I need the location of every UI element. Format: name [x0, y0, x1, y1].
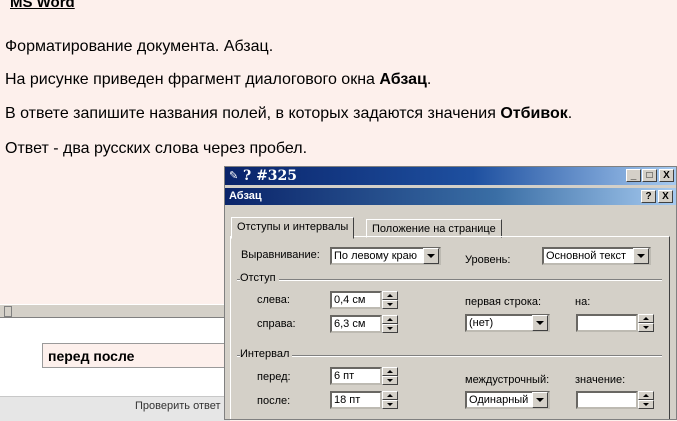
first-line-label: первая строка: — [465, 296, 542, 308]
spacing-group-line — [237, 355, 662, 357]
help-button[interactable]: ? — [641, 190, 656, 203]
question-line-3: В ответе запишите названия полей, в кото… — [5, 105, 573, 122]
left-indent-label: слева: — [257, 294, 290, 306]
answer-input[interactable]: перед после — [42, 343, 230, 368]
window-title: ? #325 — [243, 168, 298, 184]
after-label: после: — [257, 395, 291, 407]
dialog-title: Абзац — [229, 190, 262, 202]
splitter-handle[interactable] — [4, 306, 12, 317]
after-spinner[interactable] — [382, 391, 398, 409]
question-line-1: Форматирование документа. Абзац. — [5, 38, 274, 55]
alignment-dropdown-button[interactable] — [423, 248, 439, 264]
window-close-button[interactable]: X — [659, 169, 674, 182]
right-indent-input[interactable]: 6,3 см — [330, 315, 382, 333]
at-label: значение: — [575, 374, 626, 386]
right-indent-label: справа: — [257, 318, 296, 330]
left-indent-input[interactable]: 0,4 см — [330, 291, 382, 309]
line-spacing-label: междустрочный: — [465, 374, 550, 386]
level-dropdown-button[interactable] — [633, 248, 649, 264]
by-spinner[interactable] — [638, 314, 654, 332]
at-spinner[interactable] — [638, 391, 654, 409]
by-label: на: — [575, 296, 591, 308]
minimize-button[interactable]: _ — [626, 169, 641, 182]
spacing-group-label: Интервал — [240, 348, 293, 360]
by-input[interactable] — [576, 314, 638, 332]
before-label: перед: — [257, 371, 291, 383]
before-spinner[interactable] — [382, 367, 398, 385]
after-input[interactable]: 18 пт — [330, 391, 382, 409]
tab-indents-spacing[interactable]: Отступы и интервалы — [231, 217, 355, 239]
left-indent-spinner[interactable] — [382, 291, 398, 309]
check-answer-button[interactable]: Проверить ответ — [135, 400, 221, 412]
maximize-button[interactable]: □ — [642, 169, 657, 182]
dialog-close-button[interactable]: X — [658, 190, 673, 203]
image-window: ✎ ? #325 _ □ X Абзац ? X Отступы и интер… — [224, 166, 677, 420]
feather-icon: ✎ — [229, 170, 239, 182]
before-input[interactable]: 6 пт — [330, 367, 382, 385]
window-titlebar[interactable]: ✎ ? #325 _ □ X — [225, 167, 676, 185]
question-line-2: На рисунке приведен фрагмент диалогового… — [5, 71, 432, 88]
page-title: MS Word — [10, 0, 75, 11]
right-indent-spinner[interactable] — [382, 315, 398, 333]
indent-group-label: Отступ — [240, 272, 279, 284]
level-label: Уровень: — [465, 254, 511, 266]
at-input[interactable] — [576, 391, 638, 409]
indent-group-line — [237, 279, 662, 281]
line-spacing-dropdown-button[interactable] — [532, 392, 548, 408]
alignment-label: Выравнивание: — [241, 249, 320, 261]
dialog-titlebar: Абзац ? X — [225, 188, 676, 205]
first-line-dropdown-button[interactable] — [532, 315, 548, 331]
pane-splitter[interactable] — [0, 304, 230, 318]
question-line-4: Ответ - два русских слова через пробел. — [5, 140, 308, 157]
